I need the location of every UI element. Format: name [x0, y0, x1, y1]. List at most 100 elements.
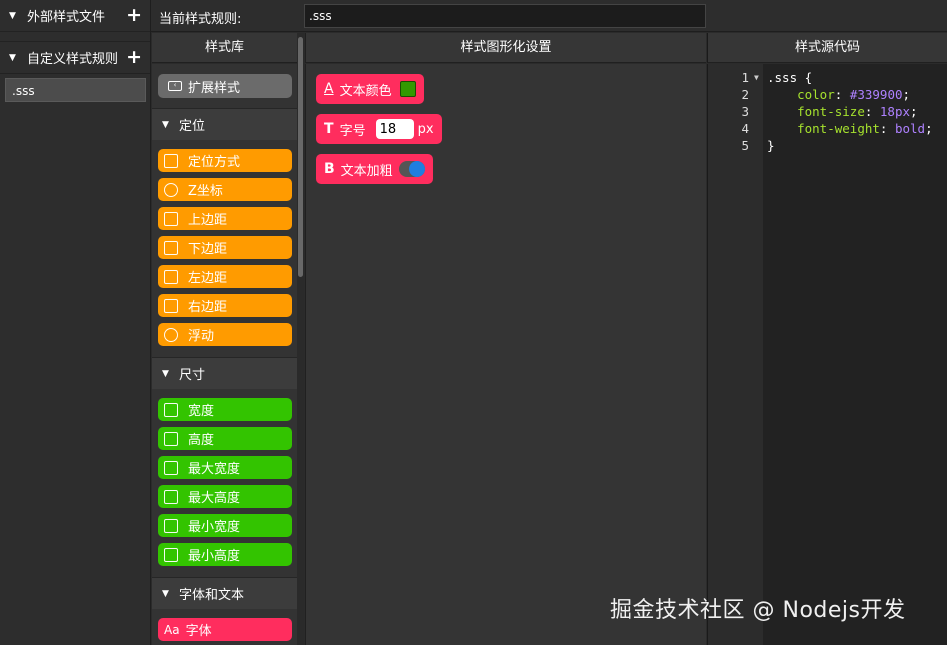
block-width[interactable]: 宽度: [158, 398, 292, 421]
block-max-width[interactable]: 最大宽度: [158, 456, 292, 479]
line-number: 4: [741, 121, 749, 136]
block-position-type[interactable]: 定位方式: [158, 149, 292, 172]
extend-styles-label: 扩展样式: [188, 80, 241, 96]
category-position-title: 定位: [179, 119, 206, 134]
code-line: 4 font-weight: bold;: [708, 120, 947, 137]
code-selector: .sss {: [767, 70, 813, 85]
code-property: font-weight: [797, 121, 880, 136]
caret-down-icon[interactable]: ▼: [9, 11, 27, 21]
current-rule-label: 当前样式规则:: [159, 12, 242, 27]
block-label: 左边距: [188, 271, 228, 286]
block-z-index[interactable]: Z坐标: [158, 178, 292, 201]
code-line: 2 color: #339900;: [708, 86, 947, 103]
code-declaration: color: #339900;: [797, 87, 911, 102]
caret-down-icon[interactable]: ▼: [9, 53, 27, 63]
library-column-header: 样式库: [152, 33, 297, 63]
setting-label: 文本加粗: [340, 163, 393, 179]
block-label: 右边距: [188, 300, 228, 315]
width-arrows-icon: [164, 402, 178, 417]
library-scroll-thumb[interactable]: [298, 37, 303, 277]
code-declaration: font-size: 18px;: [797, 104, 918, 119]
add-external-style-button[interactable]: +: [126, 6, 142, 25]
category-size-title: 尺寸: [179, 368, 206, 383]
setting-bold[interactable]: B 文本加粗: [316, 154, 433, 184]
code-property: font-size: [797, 104, 865, 119]
line-number: 2: [741, 87, 749, 102]
block-min-width[interactable]: 最小宽度: [158, 514, 292, 537]
code-close-brace: }: [767, 138, 775, 153]
code-value: bold: [894, 121, 926, 136]
left-sidebar: ▼ 外部样式文件 + ▼ 自定义样式规则 + .sss: [0, 0, 151, 645]
block-left[interactable]: 左边距: [158, 265, 292, 288]
font-size-icon: T: [324, 121, 334, 137]
block-label: 高度: [188, 433, 215, 448]
external-styles-title: 外部样式文件: [27, 10, 106, 25]
code-line: 5 }: [708, 137, 947, 154]
category-font-title: 字体和文本: [179, 588, 245, 603]
source-code-panel[interactable]: 1 ▼ .sss { 2 color: #339900; 3 font-size…: [707, 64, 947, 645]
margin-bottom-icon: [164, 240, 178, 255]
block-font-family[interactable]: Aa 字体: [158, 618, 292, 641]
code-value: #339900: [849, 87, 903, 102]
block-bottom[interactable]: 下边距: [158, 236, 292, 259]
category-position[interactable]: ▼ 定位: [152, 108, 297, 140]
graphical-settings-panel: A 文本颜色 T 字号 px B 文本加粗: [305, 64, 706, 645]
code-line: 3 font-size: 18px;: [708, 103, 947, 120]
block-label: 最小高度: [188, 549, 241, 564]
add-custom-rule-button[interactable]: +: [126, 48, 142, 67]
library-scrollbar[interactable]: [297, 33, 304, 645]
graphical-settings-header: 样式图形化设置: [305, 33, 706, 63]
block-label: 定位方式: [188, 155, 241, 170]
style-library: ‹ 扩展样式 ▼ 定位 定位方式 Z坐标 上边距 下边距 左边距 右边距 浮动 …: [152, 64, 304, 645]
layers-icon: [164, 182, 178, 197]
extend-styles-button[interactable]: ‹ 扩展样式: [158, 74, 292, 98]
setting-text-color[interactable]: A 文本颜色: [316, 74, 424, 104]
line-number: 3: [741, 104, 749, 119]
font-size-input[interactable]: [375, 119, 414, 139]
source-code-header: 样式源代码: [707, 33, 947, 63]
color-swatch[interactable]: [399, 81, 416, 97]
block-label: 浮动: [188, 329, 215, 344]
line-number: 5: [741, 138, 749, 153]
bold-toggle[interactable]: [398, 161, 425, 177]
text-color-icon: A: [324, 81, 334, 97]
font-aa-icon: Aa: [164, 622, 180, 637]
external-styles-section[interactable]: ▼ 外部样式文件 +: [0, 0, 150, 32]
position-icon: [164, 153, 178, 168]
bold-icon: B: [324, 161, 335, 177]
rule-item-sss[interactable]: .sss: [5, 78, 146, 102]
block-label: 字体: [185, 624, 212, 639]
block-label: 最小宽度: [188, 520, 241, 535]
block-label: Z坐标: [188, 184, 223, 199]
unit-label: px: [417, 121, 434, 137]
block-label: 下边距: [188, 242, 228, 257]
setting-label: 文本颜色: [339, 83, 392, 99]
block-label: 最大宽度: [188, 462, 241, 477]
block-height[interactable]: 高度: [158, 427, 292, 450]
block-min-height[interactable]: 最小高度: [158, 543, 292, 566]
code-line: 1 ▼ .sss {: [708, 69, 947, 86]
caret-down-icon: ▼: [162, 368, 169, 379]
setting-font-size[interactable]: T 字号 px: [316, 114, 442, 144]
toggle-knob: [408, 161, 425, 177]
min-height-icon: [164, 547, 178, 562]
max-width-icon: [164, 460, 178, 475]
caret-down-icon: ▼: [162, 588, 169, 599]
custom-rules-section[interactable]: ▼ 自定义样式规则 +: [0, 42, 150, 74]
margin-top-icon: [164, 211, 178, 226]
block-right[interactable]: 右边距: [158, 294, 292, 317]
category-font-text[interactable]: ▼ 字体和文本: [152, 577, 297, 609]
code-declaration: font-weight: bold;: [797, 121, 933, 136]
block-float[interactable]: 浮动: [158, 323, 292, 346]
block-top[interactable]: 上边距: [158, 207, 292, 230]
caret-down-icon: ▼: [162, 119, 169, 130]
margin-right-icon: [164, 298, 178, 313]
watermark: 掘金技术社区 @ Nodejs开发: [610, 598, 906, 623]
sidebar-divider: [0, 32, 150, 42]
custom-rules-title: 自定义样式规则: [27, 52, 119, 67]
block-max-height[interactable]: 最大高度: [158, 485, 292, 508]
fold-arrow-icon[interactable]: ▼: [754, 69, 759, 86]
current-rule-input[interactable]: [304, 4, 706, 28]
line-number: 1: [741, 70, 749, 85]
category-size[interactable]: ▼ 尺寸: [152, 357, 297, 389]
